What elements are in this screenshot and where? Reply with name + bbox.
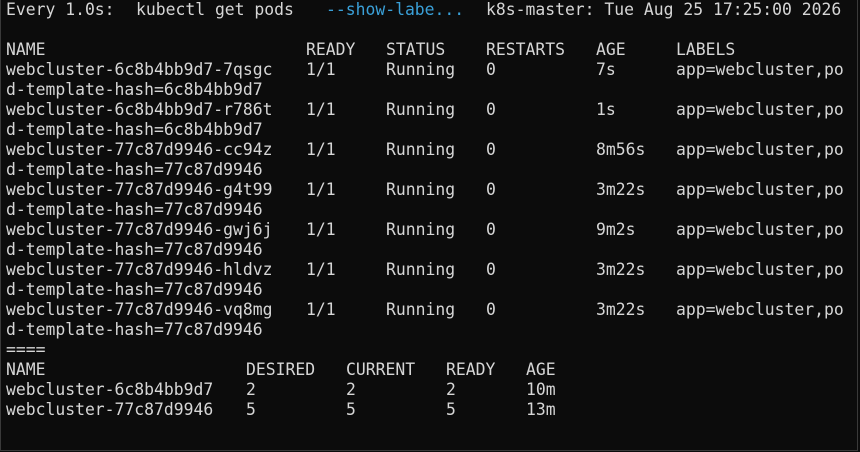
- rs-current: 5: [346, 400, 356, 419]
- pod-age: 3m22s: [596, 300, 646, 319]
- pod-labels-wrap: d-template-hash=77c87d9946: [6, 240, 263, 259]
- pod-labels: app=webcluster,po: [676, 60, 844, 79]
- pod-restarts: 0: [486, 180, 496, 199]
- pod-name: webcluster-6c8b4bb9d7-r786t: [6, 100, 273, 119]
- watch-command: kubectl get pods: [136, 0, 294, 19]
- pod-name: webcluster-77c87d9946-cc94z: [6, 140, 273, 159]
- pod-status: Running: [386, 300, 456, 319]
- pod-age: 3m22s: [596, 180, 646, 199]
- pod-labels-wrap: d-template-hash=6c8b4bb9d7: [6, 80, 263, 99]
- pod-labels: app=webcluster,po: [676, 220, 844, 239]
- pod-row: webcluster-77c87d9946-hldvz 1/1 Running …: [6, 260, 844, 280]
- pods-header-labels: LABELS: [676, 40, 736, 59]
- rs-header-current: CURRENT: [346, 360, 416, 379]
- pod-row: webcluster-6c8b4bb9d7-7qsgc 1/1 Running …: [6, 60, 844, 80]
- pod-restarts: 0: [486, 260, 496, 279]
- pod-row: webcluster-77c87d9946-gwj6j 1/1 Running …: [6, 220, 844, 240]
- rs-age: 10m: [526, 380, 556, 399]
- pod-name: webcluster-77c87d9946-vq8mg: [6, 300, 273, 319]
- pod-status: Running: [386, 60, 456, 79]
- rs-desired: 2: [246, 380, 256, 399]
- pod-ready: 1/1: [306, 300, 336, 319]
- pod-row: webcluster-77c87d9946-g4t99 1/1 Running …: [6, 180, 844, 200]
- pods-header-name: NAME: [6, 40, 46, 59]
- pod-labels-wrap: d-template-hash=77c87d9946: [6, 160, 263, 179]
- pod-ready: 1/1: [306, 220, 336, 239]
- pod-age: 3m22s: [596, 260, 646, 279]
- pod-status: Running: [386, 260, 456, 279]
- pod-row: webcluster-77c87d9946-cc94z 1/1 Running …: [6, 140, 844, 160]
- rs-age: 13m: [526, 400, 556, 419]
- rs-name: webcluster-77c87d9946: [6, 400, 214, 419]
- rs-name: webcluster-6c8b4bb9d7: [6, 380, 214, 399]
- rs-desired: 5: [246, 400, 256, 419]
- pod-restarts: 0: [486, 140, 496, 159]
- pod-ready: 1/1: [306, 180, 336, 199]
- pods-header-ready: READY: [306, 40, 356, 59]
- replicasets-table-header: NAME DESIRED CURRENT READY AGE: [6, 360, 556, 380]
- pod-age: 9m2s: [596, 220, 636, 239]
- pod-name: webcluster-77c87d9946-hldvz: [6, 260, 273, 279]
- pods-header-status: STATUS: [386, 40, 446, 59]
- pod-restarts: 0: [486, 220, 496, 239]
- pod-labels: app=webcluster,po: [676, 100, 844, 119]
- replicaset-row: webcluster-6c8b4bb9d7 2 2 2 10m: [6, 380, 556, 400]
- output-separator: ====: [6, 340, 46, 359]
- rs-header-desired: DESIRED: [246, 360, 316, 379]
- replicaset-row: webcluster-77c87d9946 5 5 5 13m: [6, 400, 556, 420]
- pod-status: Running: [386, 220, 456, 239]
- pods-table-header: NAME READY STATUS RESTARTS AGE LABELS: [6, 40, 735, 60]
- pod-restarts: 0: [486, 100, 496, 119]
- pod-name: webcluster-6c8b4bb9d7-7qsgc: [6, 60, 273, 79]
- pods-header-age: AGE: [596, 40, 626, 59]
- pod-ready: 1/1: [306, 100, 336, 119]
- rs-ready: 5: [446, 400, 456, 419]
- pod-labels-wrap: d-template-hash=77c87d9946: [6, 200, 263, 219]
- pod-labels: app=webcluster,po: [676, 140, 844, 159]
- pod-restarts: 0: [486, 60, 496, 79]
- pod-labels-wrap: d-template-hash=77c87d9946: [6, 320, 263, 339]
- watch-header: Every 1.0s: kubectl get pods --show-labe…: [6, 0, 841, 20]
- pod-row: webcluster-77c87d9946-vq8mg 1/1 Running …: [6, 300, 844, 320]
- rs-header-age: AGE: [526, 360, 556, 379]
- pod-labels: app=webcluster,po: [676, 260, 844, 279]
- pod-restarts: 0: [486, 300, 496, 319]
- pod-labels-wrap: d-template-hash=77c87d9946: [6, 280, 263, 299]
- pod-labels-wrap: d-template-hash=6c8b4bb9d7: [6, 120, 263, 139]
- watch-host-time: k8s-master: Tue Aug 25 17:25:00 2026: [486, 0, 842, 19]
- pod-labels: app=webcluster,po: [676, 180, 844, 199]
- rs-ready: 2: [446, 380, 456, 399]
- pod-age: 7s: [596, 60, 616, 79]
- pod-status: Running: [386, 180, 456, 199]
- watch-interval: Every 1.0s:: [6, 0, 115, 19]
- rs-header-ready: READY: [446, 360, 496, 379]
- pod-ready: 1/1: [306, 260, 336, 279]
- pod-name: webcluster-77c87d9946-g4t99: [6, 180, 273, 199]
- pod-status: Running: [386, 140, 456, 159]
- pod-name: webcluster-77c87d9946-gwj6j: [6, 220, 273, 239]
- terminal-window[interactable]: Every 1.0s: kubectl get pods --show-labe…: [0, 0, 858, 451]
- pod-ready: 1/1: [306, 140, 336, 159]
- pod-status: Running: [386, 100, 456, 119]
- pods-header-restarts: RESTARTS: [486, 40, 565, 59]
- watch-flag: --show-labe...: [326, 0, 465, 19]
- pod-age: 8m56s: [596, 140, 646, 159]
- pod-labels: app=webcluster,po: [676, 300, 844, 319]
- rs-header-name: NAME: [6, 360, 46, 379]
- pod-age: 1s: [596, 100, 616, 119]
- pod-row: webcluster-6c8b4bb9d7-r786t 1/1 Running …: [6, 100, 844, 120]
- pod-ready: 1/1: [306, 60, 336, 79]
- rs-current: 2: [346, 380, 356, 399]
